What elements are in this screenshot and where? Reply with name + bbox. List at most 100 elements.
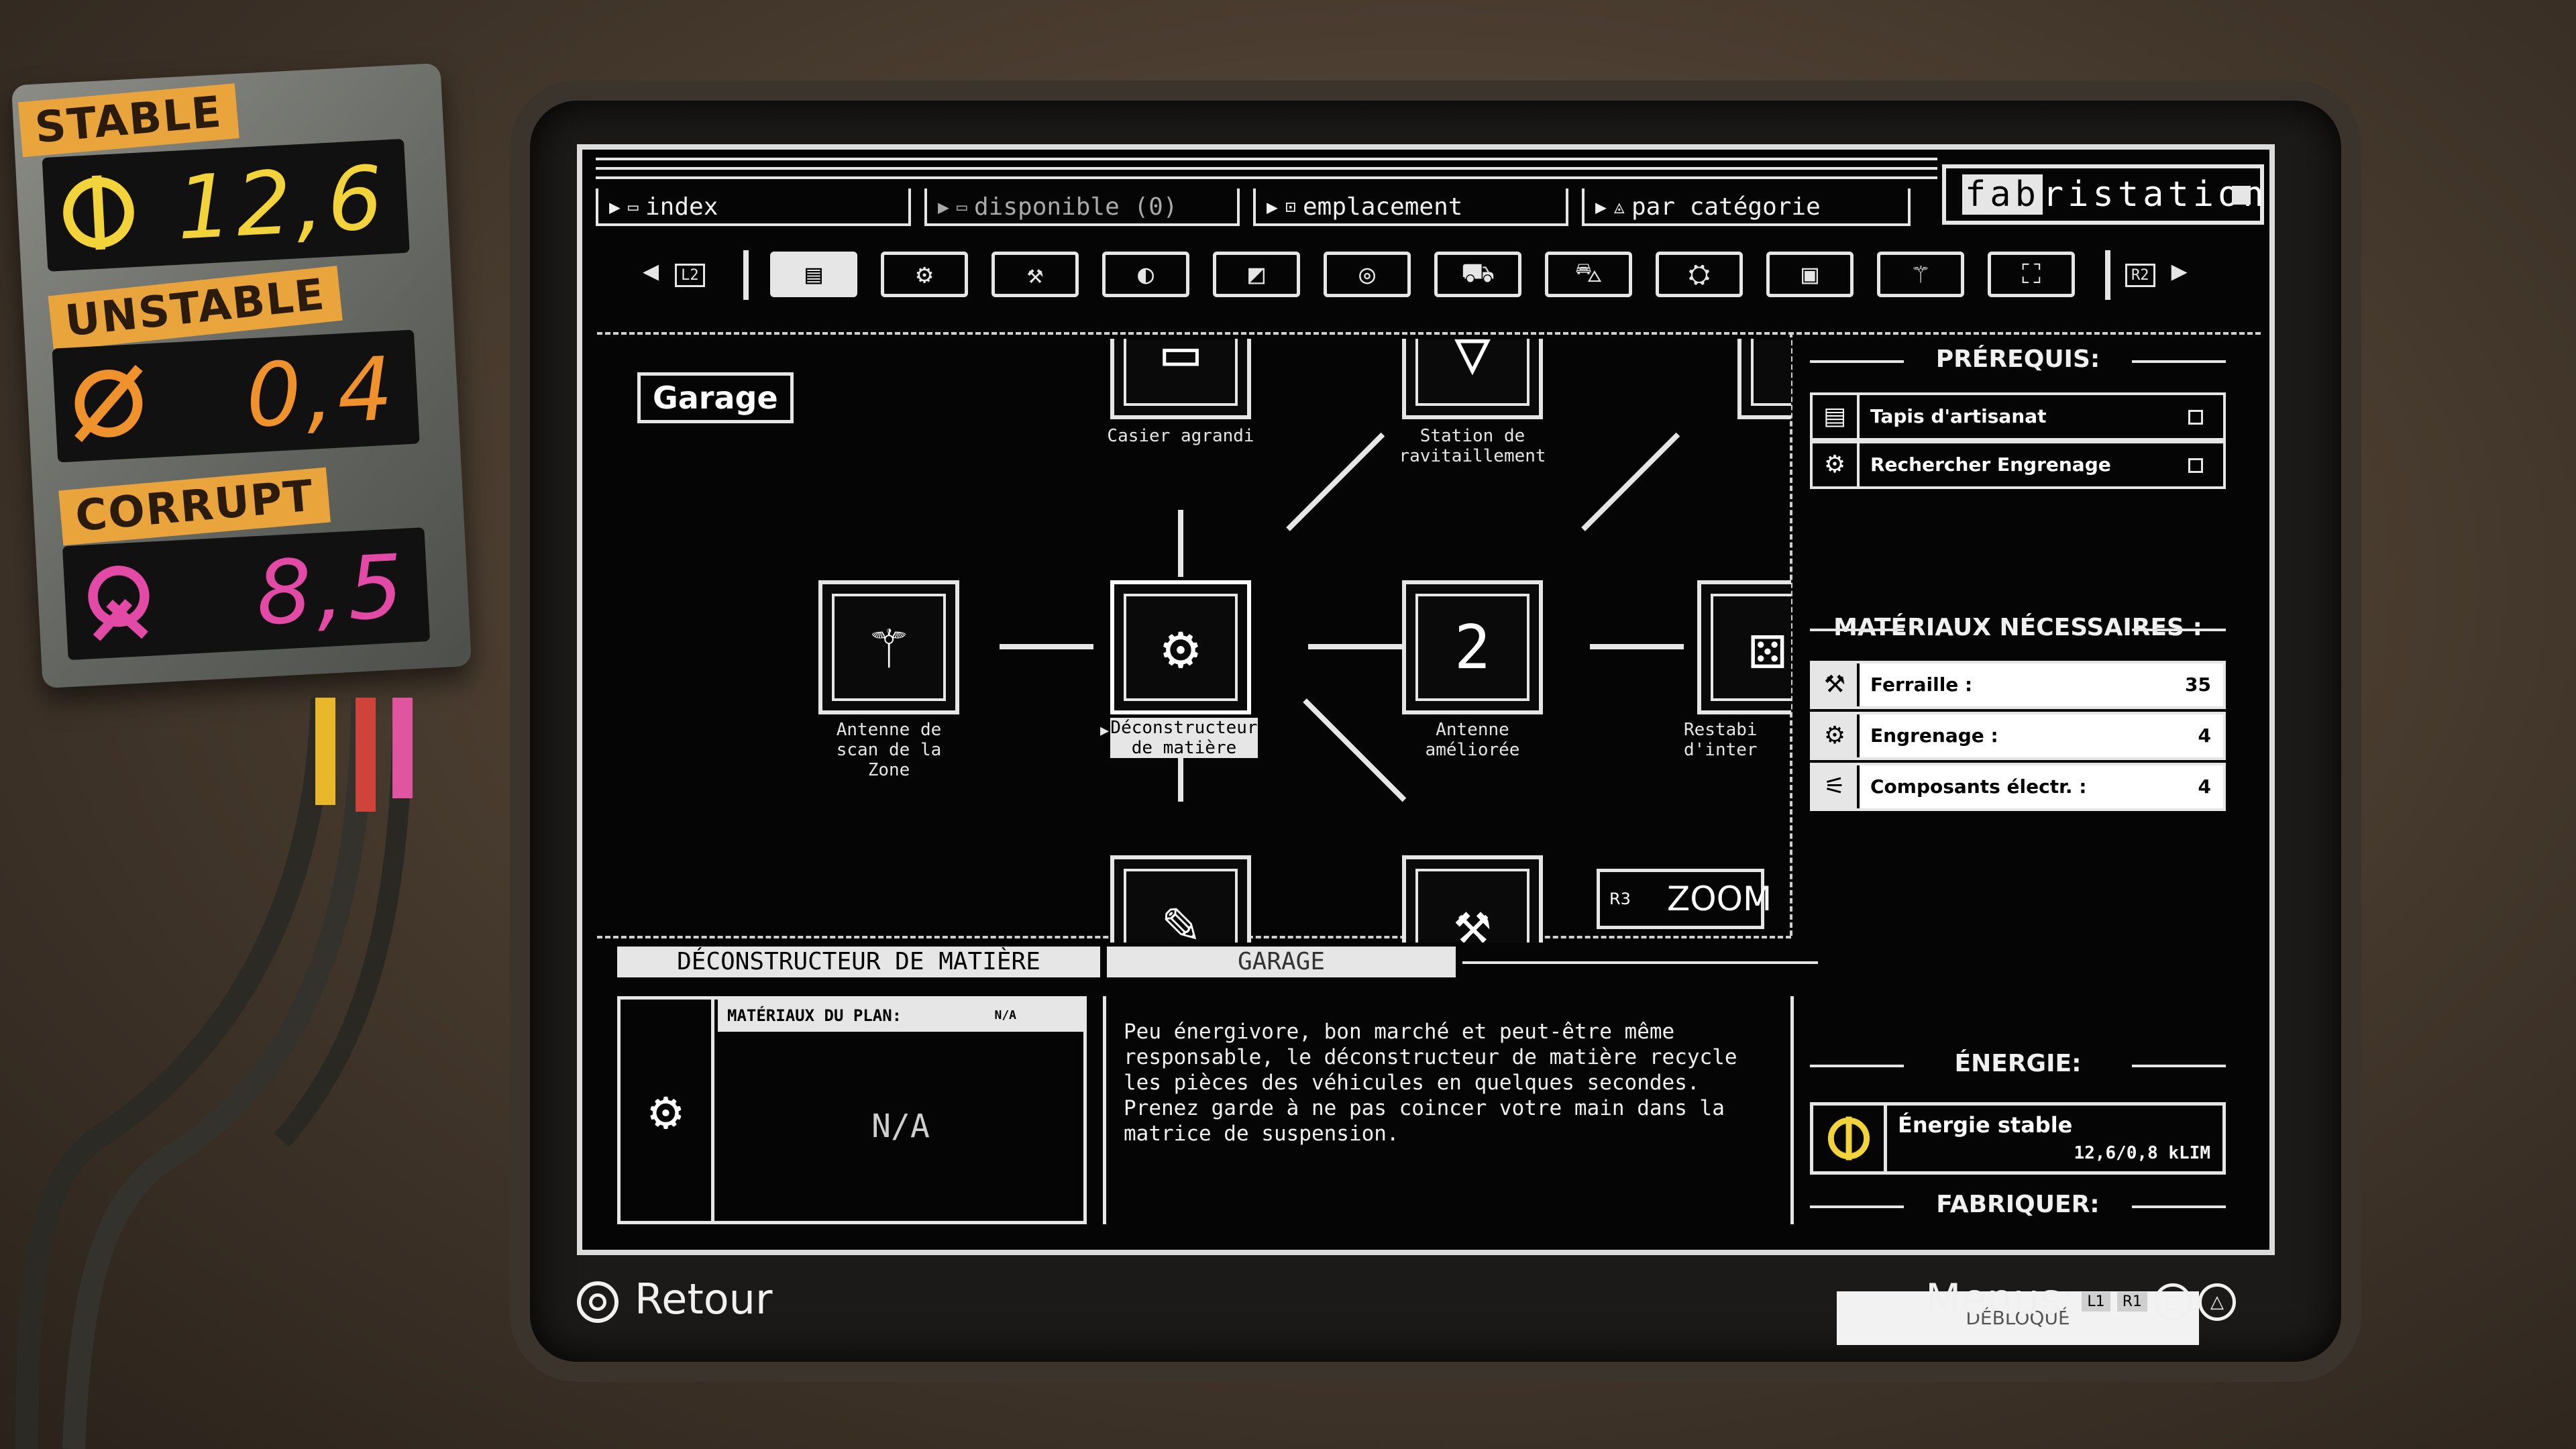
fabrication-screen: ▶ ▭ index ▶ ▭ disponible (0) ▶ ⊡ emplacement ▶…	[577, 144, 2275, 1345]
node-restab-label: Restabi d'inter	[1684, 720, 1758, 760]
car-front-icon[interactable]: ⛟	[1434, 252, 1521, 297]
tab-disponible-label: disponible (0)	[974, 193, 1178, 221]
tech-tree[interactable]: Garage ▭ Casier agrandi ▽ Station de rav…	[597, 339, 1791, 943]
prev-category-button[interactable]: ◀ L2	[643, 256, 705, 287]
door-icon[interactable]: ◩	[1213, 252, 1300, 297]
scrap-icon: ⚒	[1813, 663, 1860, 706]
node-antenne-scan[interactable]: ⚚	[818, 580, 959, 714]
antenna-icon[interactable]: ⚚	[1877, 252, 1964, 297]
material-label: Composants électr. :	[1870, 775, 2087, 798]
header-decoration	[596, 158, 1937, 184]
requirements-panel: PRÉREQUIS: ▤ Tapis d'artisanat ⚙ Recherche…	[1810, 339, 2239, 1345]
headlight-icon[interactable]: ◐	[1102, 252, 1189, 297]
play-icon: ▶	[1595, 196, 1607, 218]
back-button[interactable]: Retour	[577, 1275, 772, 1324]
l1-button-icon: ▭	[628, 197, 639, 217]
tree-link	[1590, 644, 1684, 649]
tier-3-icon: 3	[1751, 339, 1791, 406]
triangle-button-icon[interactable]: △	[2198, 1283, 2236, 1321]
node-antenne-amelioree[interactable]: 2	[1402, 580, 1543, 714]
material-label: Ferraille :	[1870, 674, 1973, 696]
stable-tag: STABLE	[17, 83, 239, 158]
square-button-icon[interactable]: □	[2153, 1283, 2192, 1321]
gauge-wires	[15, 697, 413, 1449]
next-category-button[interactable]: R2 ▶	[2125, 256, 2188, 287]
tab-emplacement-label: emplacement	[1303, 193, 1463, 221]
corrupt-value: 8,5	[254, 535, 410, 645]
restab-icon: ⚄	[1711, 594, 1791, 701]
car-side-icon[interactable]: ⛍	[1545, 252, 1632, 297]
node-antenne-amelioree-label: Antenne améliorée	[1425, 720, 1520, 760]
tab-emplacement[interactable]: ▶ ⊡ emplacement	[1253, 189, 1568, 226]
blueprint-materials: ⚙ MATÉRIAUX DU PLAN: N/A N/A	[617, 996, 1087, 1224]
node-deconstructeur[interactable]: ⚙	[1110, 580, 1251, 714]
stable-value: 12,6	[174, 146, 390, 260]
zoom-button[interactable]: R3 ZOOM	[1597, 869, 1772, 929]
materials-title: MATÉRIAUX NÉCESSAIRES :	[1810, 614, 2226, 641]
node-tier3[interactable]: 3	[1737, 339, 1791, 419]
frame-top	[597, 332, 2261, 335]
item-description: Peu énergivore, bon marché et peut-être …	[1103, 996, 1794, 1224]
plan-value: N/A	[871, 1108, 930, 1145]
node-antenne-scan-label: Antenne de scan de la Zone	[836, 720, 942, 780]
detail-title-bar: DÉCONSTRUCTEUR DE MATIÈRE GARAGE	[617, 947, 1818, 980]
folder-gear-icon: ⚙	[1124, 594, 1238, 701]
back-label: Retour	[635, 1275, 773, 1324]
node-casier-agrandi[interactable]: ▭	[1110, 339, 1251, 419]
square-button-icon: ⊡	[1285, 197, 1296, 217]
node-casier-label: Casier agrandi	[1107, 426, 1254, 446]
wheel-icon[interactable]: ◎	[1324, 252, 1411, 297]
node-bottom-left[interactable]: ✎	[1110, 855, 1251, 943]
fuel-station-icon: ▽	[1415, 339, 1529, 406]
tab-par-categorie[interactable]: ▶ ◬ par catégorie	[1582, 189, 1911, 226]
energy-label: Énergie stable	[1898, 1112, 2073, 1138]
tab-disponible[interactable]: ▶ ▭ disponible (0)	[924, 189, 1240, 226]
material-value: 4	[2198, 775, 2211, 798]
gear-icon[interactable]: ⚙	[881, 252, 968, 297]
pencil-icon: ✎	[1124, 869, 1238, 943]
tree-link	[1178, 510, 1183, 577]
prereq-label: Tapis d'artisanat	[1870, 405, 2047, 427]
energy-title: ÉNERGIE:	[1810, 1050, 2226, 1077]
robot-icon[interactable]: ⛶	[1988, 252, 2075, 297]
stable-energy-icon	[63, 175, 134, 250]
logo-square	[2232, 186, 2251, 205]
tree-link	[1000, 644, 1093, 649]
battery-icon[interactable]: ▣	[1766, 252, 1854, 297]
node-bottom-right[interactable]: ⚒	[1402, 855, 1543, 943]
resource-gauge-box: STABLE 12,6 UNSTABLE 0,4 CORRUPT 8,5	[11, 62, 472, 689]
engine-icon[interactable]: ⛭	[1656, 252, 1743, 297]
energy-row: Énergie stable 12,6/0,8 kLIM	[1810, 1102, 2226, 1175]
tab-index[interactable]: ▶ ▭ index	[596, 189, 911, 226]
tab-index-label: index	[645, 193, 718, 221]
logo-boxed: fab	[1962, 174, 2043, 215]
folder-gear-icon: ⚙	[621, 1000, 714, 1221]
node-station-ravitaillement[interactable]: ▽	[1402, 339, 1543, 419]
material-label: Engrenage :	[1870, 724, 1998, 747]
wrench-icon[interactable]: ⚒	[991, 252, 1079, 297]
unstable-energy-icon	[74, 364, 143, 442]
antenna-2-icon: 2	[1415, 594, 1529, 701]
menus-label: Menus:	[1925, 1275, 2076, 1324]
prereq-row[interactable]: ⚙ Rechercher Engrenage	[1810, 441, 2226, 489]
gear-icon: ⚙	[1813, 714, 1860, 757]
menus-hint: Menus: L1 R1 □ △	[1925, 1275, 2236, 1324]
plan-header-label: MATÉRIAUX DU PLAN:	[727, 1006, 902, 1025]
locker-icon: ▭	[1124, 339, 1238, 406]
triangle-button-icon: ◬	[1614, 197, 1625, 217]
crate-icon[interactable]: ▤	[770, 252, 857, 297]
corrupt-energy-icon	[88, 566, 150, 641]
play-icon: ▶	[1267, 196, 1278, 218]
gear-icon: ⚙	[1813, 443, 1860, 486]
node-station-label: Station de ravitaillement	[1399, 426, 1546, 466]
material-row: ⚒ Ferraille : 35	[1810, 661, 2226, 709]
prereq-row[interactable]: ▤ Tapis d'artisanat	[1810, 392, 2226, 441]
title-rule	[1462, 961, 1818, 964]
plan-header-small: N/A	[994, 1008, 1016, 1022]
fabricate-title: FABRIQUER:	[1810, 1191, 2226, 1218]
material-row: ⚟ Composants électr. : 4	[1810, 763, 2226, 811]
r3-label: R3	[1609, 890, 1631, 908]
stable-panel: 12,6	[42, 138, 410, 272]
circle-button-icon	[577, 1281, 619, 1323]
node-restab[interactable]: ⚄	[1697, 580, 1791, 714]
